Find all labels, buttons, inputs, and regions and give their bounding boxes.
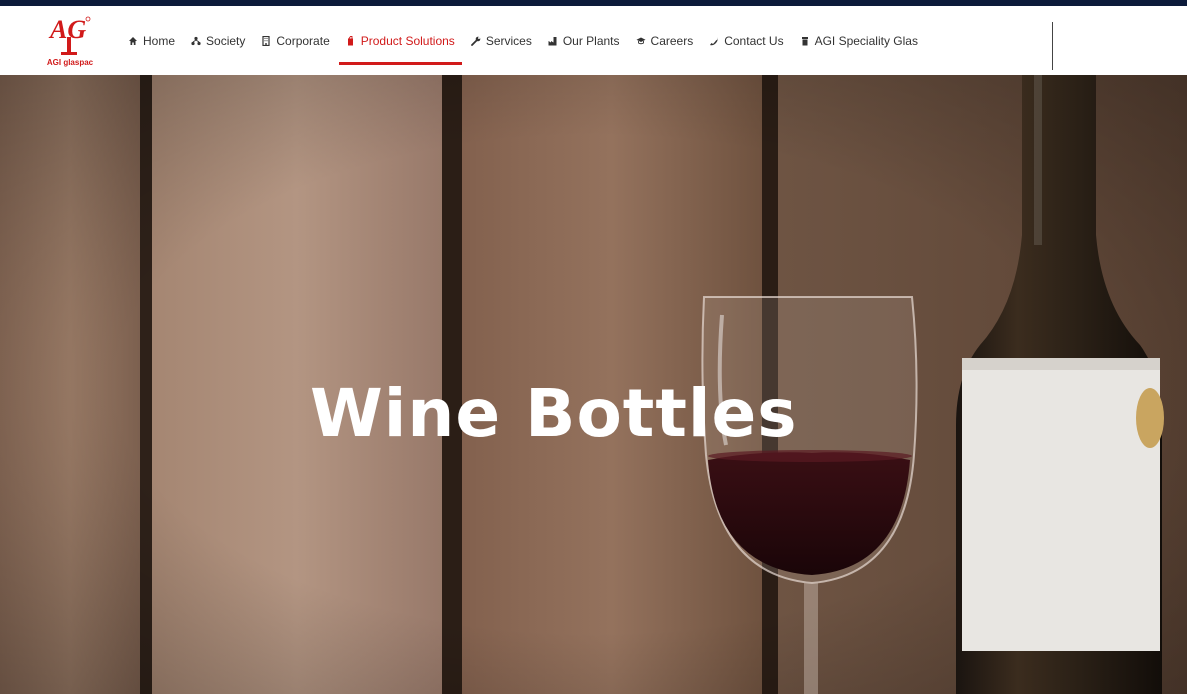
nav-item-corporate[interactable]: Corporate — [253, 26, 337, 56]
nav-label: Society — [206, 34, 246, 48]
nav-item-agi-speciality-glass[interactable]: AGI Speciality Glas — [792, 26, 926, 56]
site-header: AG AGI glaspac Home Society Corporate Pr… — [0, 6, 1187, 75]
home-icon — [128, 36, 138, 46]
nav-label: Our Plants — [562, 34, 620, 48]
hero-title: Wine Bottles — [310, 375, 798, 452]
nav-item-home[interactable]: Home — [120, 26, 183, 56]
nav-label: Careers — [650, 34, 694, 48]
header-divider — [1052, 22, 1053, 70]
nav-item-product-solutions[interactable]: Product Solutions — [338, 26, 463, 65]
wrench-icon — [470, 36, 481, 46]
sitemap-icon — [191, 36, 201, 46]
nav-label: Contact Us — [724, 34, 784, 48]
hero-banner: Wine Bottles — [0, 75, 1187, 694]
nav-item-services[interactable]: Services — [463, 26, 540, 56]
nav-label: Corporate — [276, 34, 330, 48]
nav-label: Services — [485, 34, 532, 48]
nav-item-society[interactable]: Society — [183, 26, 253, 56]
nav-item-our-plants[interactable]: Our Plants — [540, 26, 628, 56]
nav-label: AGI Speciality Glas — [814, 34, 918, 48]
nav-item-careers[interactable]: Careers — [628, 26, 702, 56]
glass-icon — [800, 36, 810, 46]
main-nav: Home Society Corporate Product Solutions… — [120, 26, 926, 65]
graduation-cap-icon — [636, 36, 646, 46]
nav-label: Home — [143, 34, 176, 48]
building-icon — [261, 36, 271, 46]
agi-glaspac-logo[interactable]: AG AGI glaspac — [44, 12, 96, 72]
nav-label: Product Solutions — [360, 34, 455, 48]
industry-icon — [548, 36, 558, 46]
tag-icon — [346, 36, 356, 46]
nav-item-contact-us[interactable]: Contact Us — [701, 26, 791, 56]
logo-text: AGI glaspac — [46, 58, 94, 67]
phone-icon — [709, 36, 719, 46]
